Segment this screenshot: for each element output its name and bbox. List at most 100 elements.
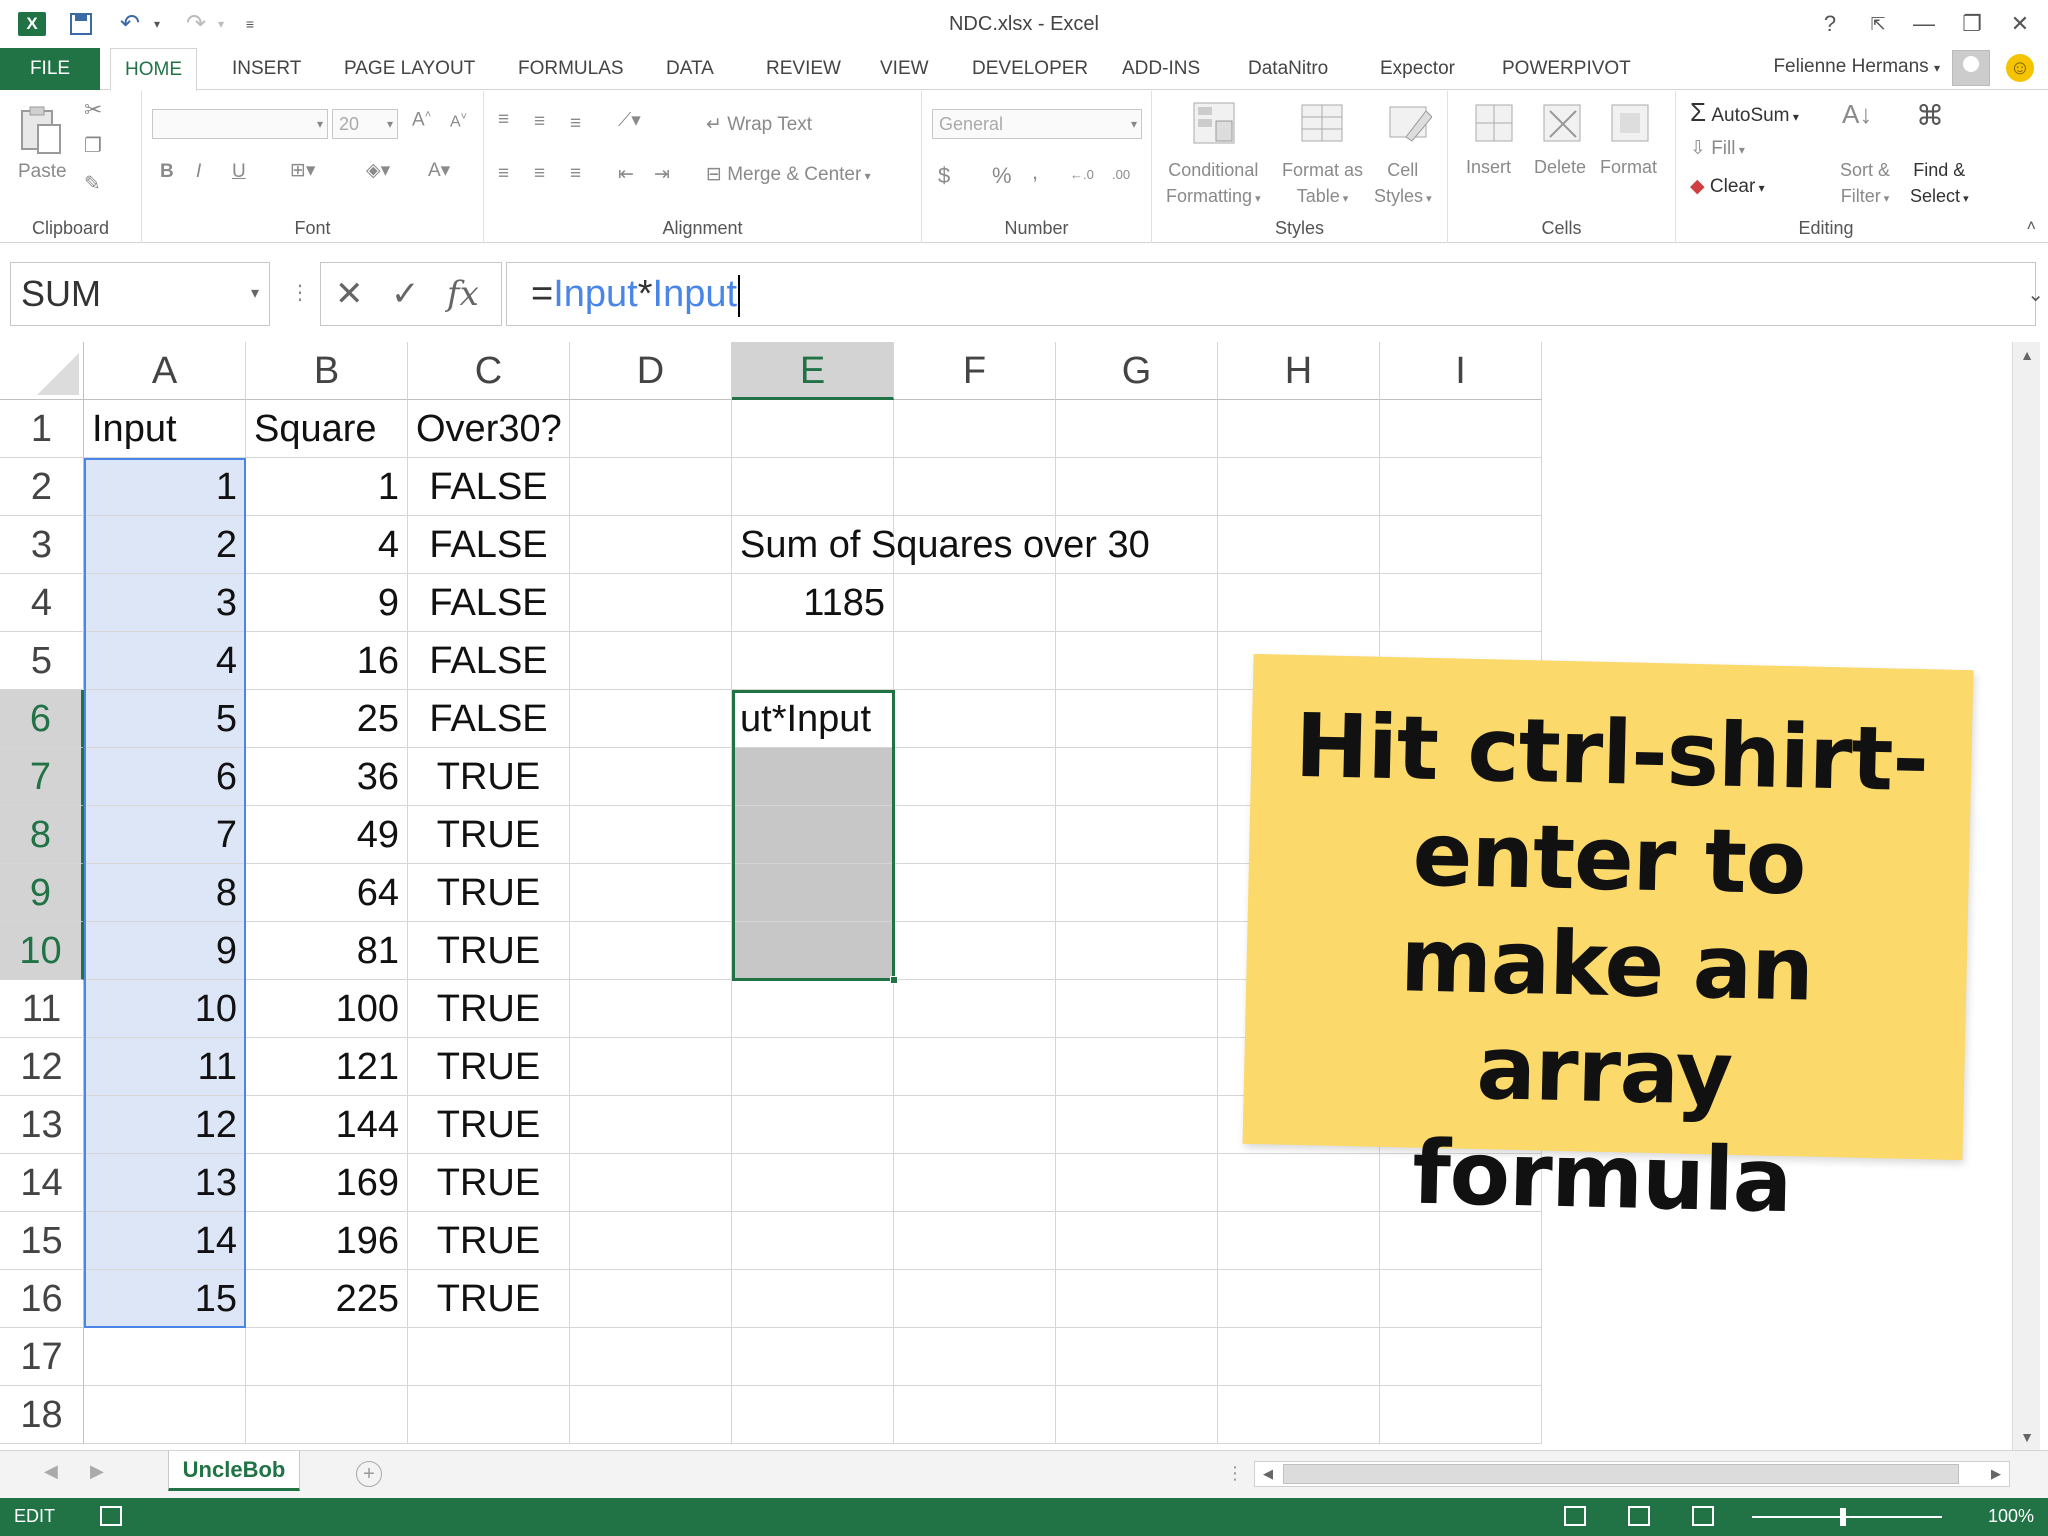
- cell-d2[interactable]: [570, 458, 732, 516]
- cell-g18[interactable]: [1056, 1386, 1218, 1444]
- cell-b18[interactable]: [246, 1386, 408, 1444]
- column-header-b[interactable]: B: [246, 342, 408, 400]
- over30-cell[interactable]: TRUE: [408, 980, 570, 1038]
- cell-f4[interactable]: [894, 574, 1056, 632]
- clear-button[interactable]: ◆ Clear ▾: [1690, 175, 1765, 198]
- cell-f16[interactable]: [894, 1270, 1056, 1328]
- header-cell-square[interactable]: Square: [246, 400, 408, 458]
- cell-i17[interactable]: [1380, 1328, 1542, 1386]
- delete-cells-icon[interactable]: [1540, 101, 1584, 145]
- vertical-scrollbar[interactable]: ▲ ▼: [2012, 342, 2040, 1450]
- over30-cell[interactable]: TRUE: [408, 1154, 570, 1212]
- name-box[interactable]: SUM ▾: [10, 262, 270, 326]
- cell-d15[interactable]: [570, 1212, 732, 1270]
- over30-cell[interactable]: FALSE: [408, 632, 570, 690]
- select-all-button[interactable]: [0, 342, 84, 400]
- tab-data[interactable]: DATA: [652, 48, 728, 90]
- cell-g5[interactable]: [1056, 632, 1218, 690]
- autosum-button[interactable]: Σ AutoSum ▾: [1690, 97, 1799, 128]
- number-format-combo[interactable]: General ▾: [932, 109, 1142, 139]
- paste-icon[interactable]: [18, 105, 62, 154]
- cell-i1[interactable]: [1380, 400, 1542, 458]
- help-icon[interactable]: ?: [1810, 8, 1850, 40]
- row-header-14[interactable]: 14: [0, 1154, 84, 1212]
- input-cell[interactable]: 13: [84, 1154, 246, 1212]
- cell-d10[interactable]: [570, 922, 732, 980]
- fill-color-icon[interactable]: ◈▾: [366, 159, 390, 182]
- summary-label[interactable]: Sum of Squares over 30: [732, 516, 1150, 574]
- cell-e18[interactable]: [732, 1386, 894, 1444]
- cell-h18[interactable]: [1218, 1386, 1380, 1444]
- cell-f6[interactable]: [894, 690, 1056, 748]
- row-header-13[interactable]: 13: [0, 1096, 84, 1154]
- enter-check-icon[interactable]: ✓: [391, 263, 420, 325]
- cell-h1[interactable]: [1218, 400, 1380, 458]
- align-left-icon[interactable]: ≡: [498, 163, 509, 185]
- page-layout-view-icon[interactable]: [1628, 1506, 1650, 1526]
- cell-f8[interactable]: [894, 806, 1056, 864]
- input-cell[interactable]: 5: [84, 690, 246, 748]
- over30-cell[interactable]: TRUE: [408, 1212, 570, 1270]
- over30-cell[interactable]: TRUE: [408, 1038, 570, 1096]
- cell-g9[interactable]: [1056, 864, 1218, 922]
- tab-file[interactable]: FILE: [0, 48, 100, 90]
- cell-e15[interactable]: [732, 1212, 894, 1270]
- scroll-down-icon[interactable]: ▼: [2013, 1424, 2041, 1450]
- fill-handle[interactable]: [890, 976, 898, 984]
- row-header-6[interactable]: 6: [0, 690, 84, 748]
- minimize-button[interactable]: —: [1904, 8, 1944, 40]
- cell-i4[interactable]: [1380, 574, 1542, 632]
- zoom-slider-knob[interactable]: [1840, 1508, 1846, 1526]
- square-cell[interactable]: 144: [246, 1096, 408, 1154]
- scroll-left-icon[interactable]: ◀: [1255, 1462, 1281, 1486]
- cell-f15[interactable]: [894, 1212, 1056, 1270]
- cell-i18[interactable]: [1380, 1386, 1542, 1444]
- cell-g7[interactable]: [1056, 748, 1218, 806]
- collapse-ribbon-icon[interactable]: ˄: [2027, 218, 2036, 236]
- row-header-12[interactable]: 12: [0, 1038, 84, 1096]
- copy-icon[interactable]: ❐: [84, 133, 102, 158]
- over30-cell[interactable]: TRUE: [408, 1270, 570, 1328]
- column-header-c[interactable]: C: [408, 342, 570, 400]
- cell-e11[interactable]: [732, 980, 894, 1038]
- tab-powerpivot[interactable]: POWERPIVOT: [1488, 48, 1645, 90]
- cell-g14[interactable]: [1056, 1154, 1218, 1212]
- cell-e5[interactable]: [732, 632, 894, 690]
- previous-sheet-icon[interactable]: ◀: [44, 1461, 58, 1482]
- decrease-decimal-icon[interactable]: .00: [1112, 167, 1130, 182]
- square-cell[interactable]: 16: [246, 632, 408, 690]
- square-cell[interactable]: 196: [246, 1212, 408, 1270]
- percent-button[interactable]: %: [992, 163, 1012, 189]
- increase-decimal-icon[interactable]: ←.0: [1070, 167, 1094, 182]
- cell-g12[interactable]: [1056, 1038, 1218, 1096]
- horizontal-scrollbar[interactable]: ◀ ▶: [1254, 1461, 2010, 1487]
- cell-e17[interactable]: [732, 1328, 894, 1386]
- cell-styles-icon[interactable]: [1388, 101, 1433, 145]
- input-cell[interactable]: 7: [84, 806, 246, 864]
- square-cell[interactable]: 1: [246, 458, 408, 516]
- input-cell[interactable]: 1: [84, 458, 246, 516]
- row-header-2[interactable]: 2: [0, 458, 84, 516]
- cell-g8[interactable]: [1056, 806, 1218, 864]
- cell-d14[interactable]: [570, 1154, 732, 1212]
- cell-f11[interactable]: [894, 980, 1056, 1038]
- over30-cell[interactable]: FALSE: [408, 574, 570, 632]
- cell-i2[interactable]: [1380, 458, 1542, 516]
- delete-cells-button[interactable]: Delete: [1534, 157, 1586, 178]
- font-color-icon[interactable]: A▾: [428, 159, 450, 182]
- square-cell[interactable]: 225: [246, 1270, 408, 1328]
- cell-d8[interactable]: [570, 806, 732, 864]
- row-header-11[interactable]: 11: [0, 980, 84, 1038]
- align-center-icon[interactable]: ≡: [534, 163, 545, 185]
- format-as-table-icon[interactable]: [1300, 101, 1344, 145]
- cell-d18[interactable]: [570, 1386, 732, 1444]
- square-cell[interactable]: 81: [246, 922, 408, 980]
- wrap-text-button[interactable]: ↵ Wrap Text: [706, 113, 812, 136]
- input-cell[interactable]: 2: [84, 516, 246, 574]
- tab-home[interactable]: HOME: [110, 48, 197, 91]
- row-header-5[interactable]: 5: [0, 632, 84, 690]
- square-cell[interactable]: 49: [246, 806, 408, 864]
- cell-c18[interactable]: [408, 1386, 570, 1444]
- row-header-17[interactable]: 17: [0, 1328, 84, 1386]
- input-cell[interactable]: 11: [84, 1038, 246, 1096]
